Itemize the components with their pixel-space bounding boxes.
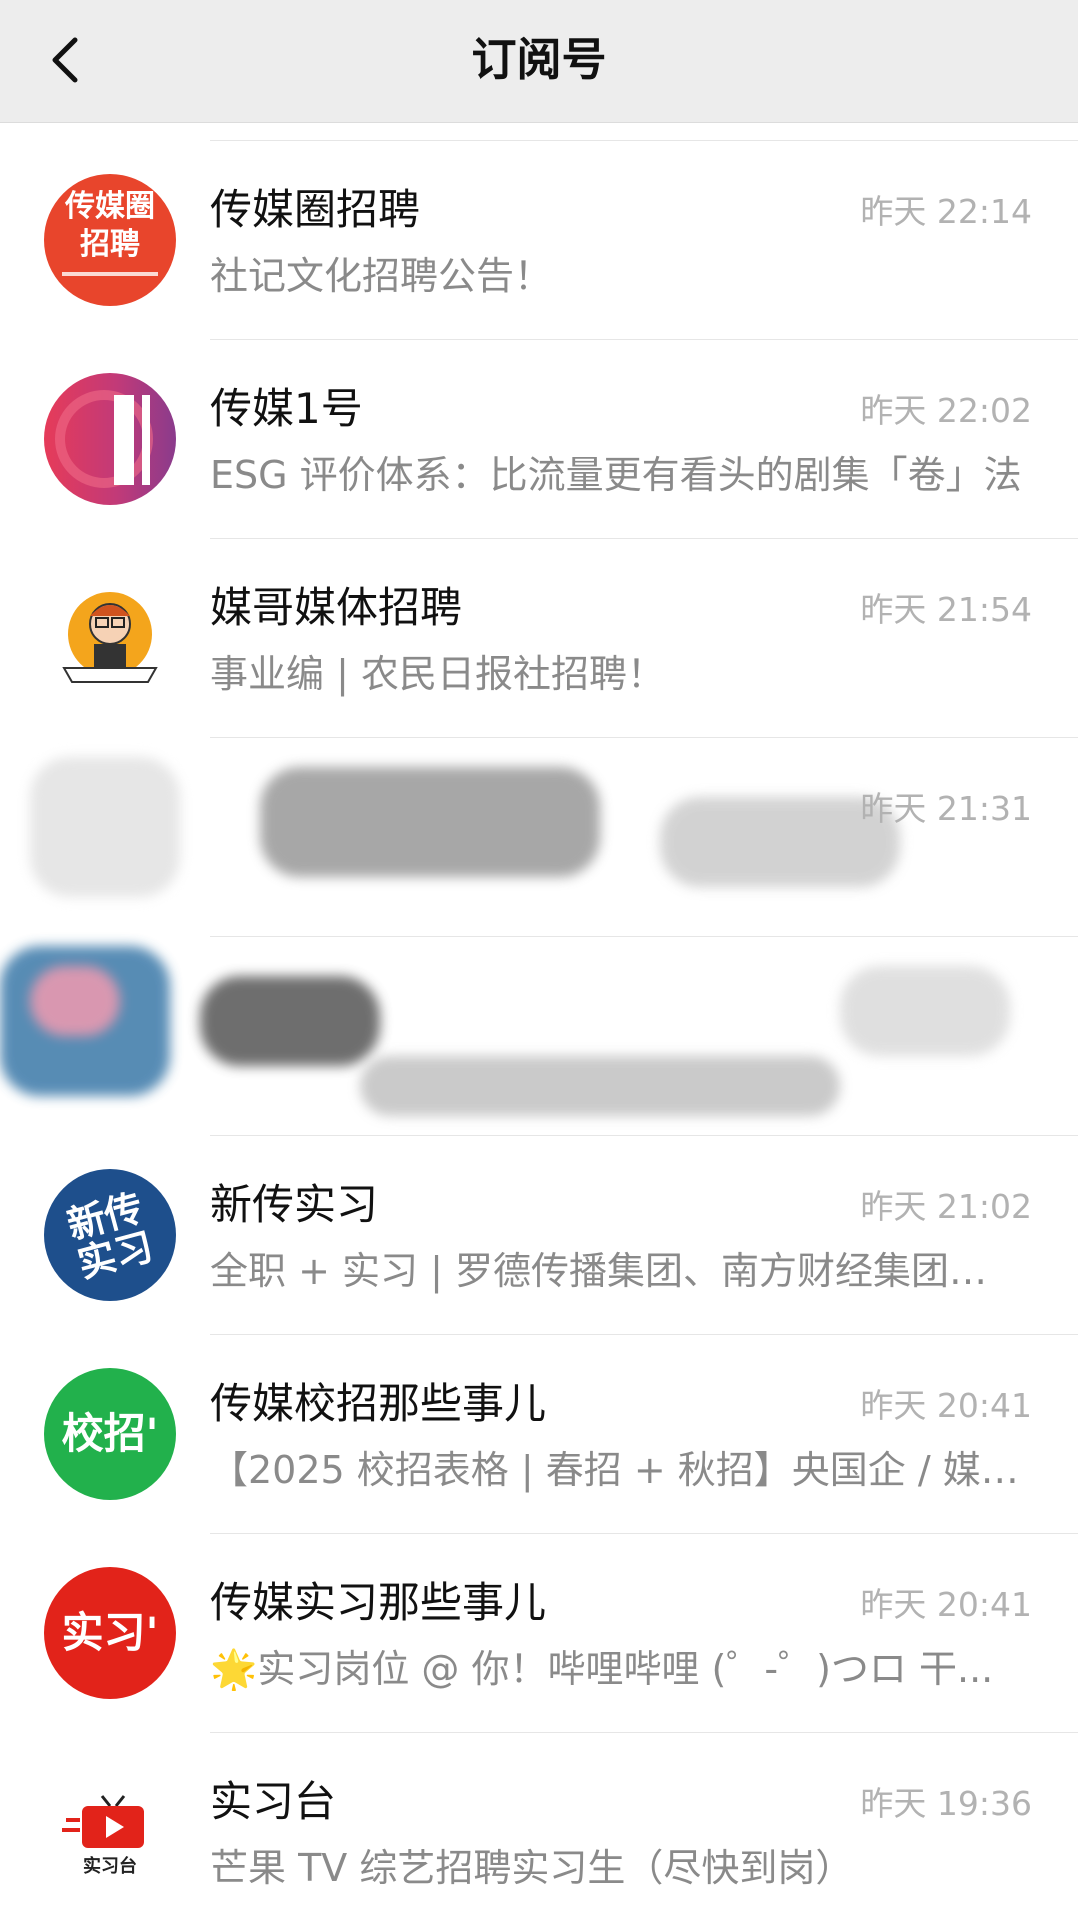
account-name: 实习台 bbox=[210, 1777, 337, 1826]
account-logo: 校招' bbox=[62, 1409, 159, 1458]
svg-text:实习台: 实习台 bbox=[83, 1855, 137, 1877]
divider bbox=[210, 1533, 1078, 1534]
message-preview: 全职 + 实习 | 罗德传播集团、南方财经集团等... bbox=[210, 1249, 1022, 1293]
svg-text:校招': 校招' bbox=[62, 1409, 159, 1458]
avatar: 新传 实习 bbox=[44, 1169, 176, 1301]
divider bbox=[210, 1334, 1078, 1335]
timestamp: 昨天 19:36 bbox=[860, 1784, 1032, 1823]
timestamp: 昨天 20:41 bbox=[860, 1585, 1032, 1624]
account-name: 传媒校招那些事儿 bbox=[210, 1379, 547, 1428]
message-preview: 社记文化招聘公告！ bbox=[210, 254, 553, 298]
list-item[interactable]: 实习台 实习台 昨天 19:36 芒果 TV 综艺招聘实习生（尽快到岗） bbox=[0, 1732, 1078, 1931]
svg-text:传媒圈: 传媒圈 bbox=[64, 189, 155, 224]
avatar bbox=[44, 572, 176, 704]
redaction-mark bbox=[30, 966, 120, 1036]
cartoon-avatar-icon bbox=[62, 592, 158, 683]
avatar: 传媒圈 招聘 bbox=[44, 174, 176, 306]
redaction-mark bbox=[840, 966, 1010, 1056]
divider bbox=[210, 737, 1078, 738]
message-preview: 事业编 | 农民日报社招聘！ bbox=[210, 652, 665, 696]
divider bbox=[210, 1135, 1078, 1136]
message-preview: 🌟实习岗位 @ 你！哔哩哔哩 (゜-゜)つロ 干... bbox=[210, 1647, 994, 1691]
list-item[interactable]: 传媒1号 昨天 22:02 ESG 评价体系：比流量更有看头的剧集「卷」法 bbox=[0, 339, 1078, 538]
list-item-redacted[interactable]: 昨天 21:31 bbox=[0, 737, 1078, 936]
list-item[interactable]: 实习' 传媒实习那些事儿 昨天 20:41 🌟实习岗位 @ 你！哔哩哔哩 (゜-… bbox=[0, 1533, 1078, 1732]
timestamp: 昨天 21:02 bbox=[860, 1187, 1032, 1226]
account-logo: 新传 实习 bbox=[63, 1186, 158, 1287]
redaction-mark bbox=[30, 757, 180, 897]
account-name: 传媒1号 bbox=[210, 384, 363, 433]
account-name: 传媒实习那些事儿 bbox=[210, 1578, 547, 1627]
avatar: 实习' bbox=[44, 1567, 176, 1699]
message-preview: 【2025 校招表格 | 春招 + 秋招】央国企 / 媒体... bbox=[210, 1448, 1022, 1492]
account-logo: 传媒圈 招聘 bbox=[62, 189, 158, 276]
redaction-mark bbox=[260, 767, 600, 877]
avatar: 校招' bbox=[44, 1368, 176, 1500]
timestamp: 昨天 21:54 bbox=[860, 590, 1032, 629]
account-name: 媒哥媒体招聘 bbox=[210, 583, 463, 632]
account-name: 新传实习 bbox=[210, 1180, 379, 1229]
redaction-mark bbox=[360, 1056, 840, 1116]
tv-play-icon: 实习台 bbox=[62, 1795, 144, 1877]
list-item-redacted[interactable] bbox=[0, 936, 1078, 1135]
list-item[interactable]: 传媒圈 招聘 传媒圈招聘 昨天 22:14 社记文化招聘公告！ bbox=[0, 140, 1078, 339]
divider bbox=[210, 936, 1078, 937]
account-logo bbox=[55, 390, 153, 488]
subscription-list: 传媒圈 招聘 传媒圈招聘 昨天 22:14 社记文化招聘公告！ 传媒1号 昨天 … bbox=[0, 140, 1078, 1931]
timestamp: 昨天 20:41 bbox=[860, 1386, 1032, 1425]
timestamp: 昨天 22:02 bbox=[860, 391, 1032, 430]
avatar bbox=[44, 373, 176, 505]
divider bbox=[210, 339, 1078, 340]
account-name: 传媒圈招聘 bbox=[210, 185, 421, 234]
account-logo: 实习' bbox=[62, 1608, 159, 1657]
divider bbox=[210, 1732, 1078, 1733]
list-item[interactable]: 校招' 传媒校招那些事儿 昨天 20:41 【2025 校招表格 | 春招 + … bbox=[0, 1334, 1078, 1533]
list-item[interactable]: 媒哥媒体招聘 昨天 21:54 事业编 | 农民日报社招聘！ bbox=[0, 538, 1078, 737]
nav-bar: 订阅号 bbox=[0, 0, 1078, 123]
timestamp: 昨天 22:14 bbox=[860, 192, 1032, 231]
svg-text:招聘: 招聘 bbox=[80, 227, 140, 262]
divider bbox=[210, 140, 1078, 141]
avatar: 实习台 bbox=[44, 1766, 176, 1898]
divider bbox=[210, 538, 1078, 539]
list-item[interactable]: 新传 实习 新传实习 昨天 21:02 全职 + 实习 | 罗德传播集团、南方财… bbox=[0, 1135, 1078, 1334]
page-title: 订阅号 bbox=[471, 33, 607, 86]
message-preview: 芒果 TV 综艺招聘实习生（尽快到岗） bbox=[210, 1846, 854, 1890]
timestamp: 昨天 21:31 bbox=[860, 789, 1032, 828]
redaction-mark bbox=[200, 976, 380, 1066]
svg-text:实习': 实习' bbox=[62, 1608, 159, 1657]
message-preview: ESG 评价体系：比流量更有看头的剧集「卷」法 bbox=[210, 453, 1022, 497]
